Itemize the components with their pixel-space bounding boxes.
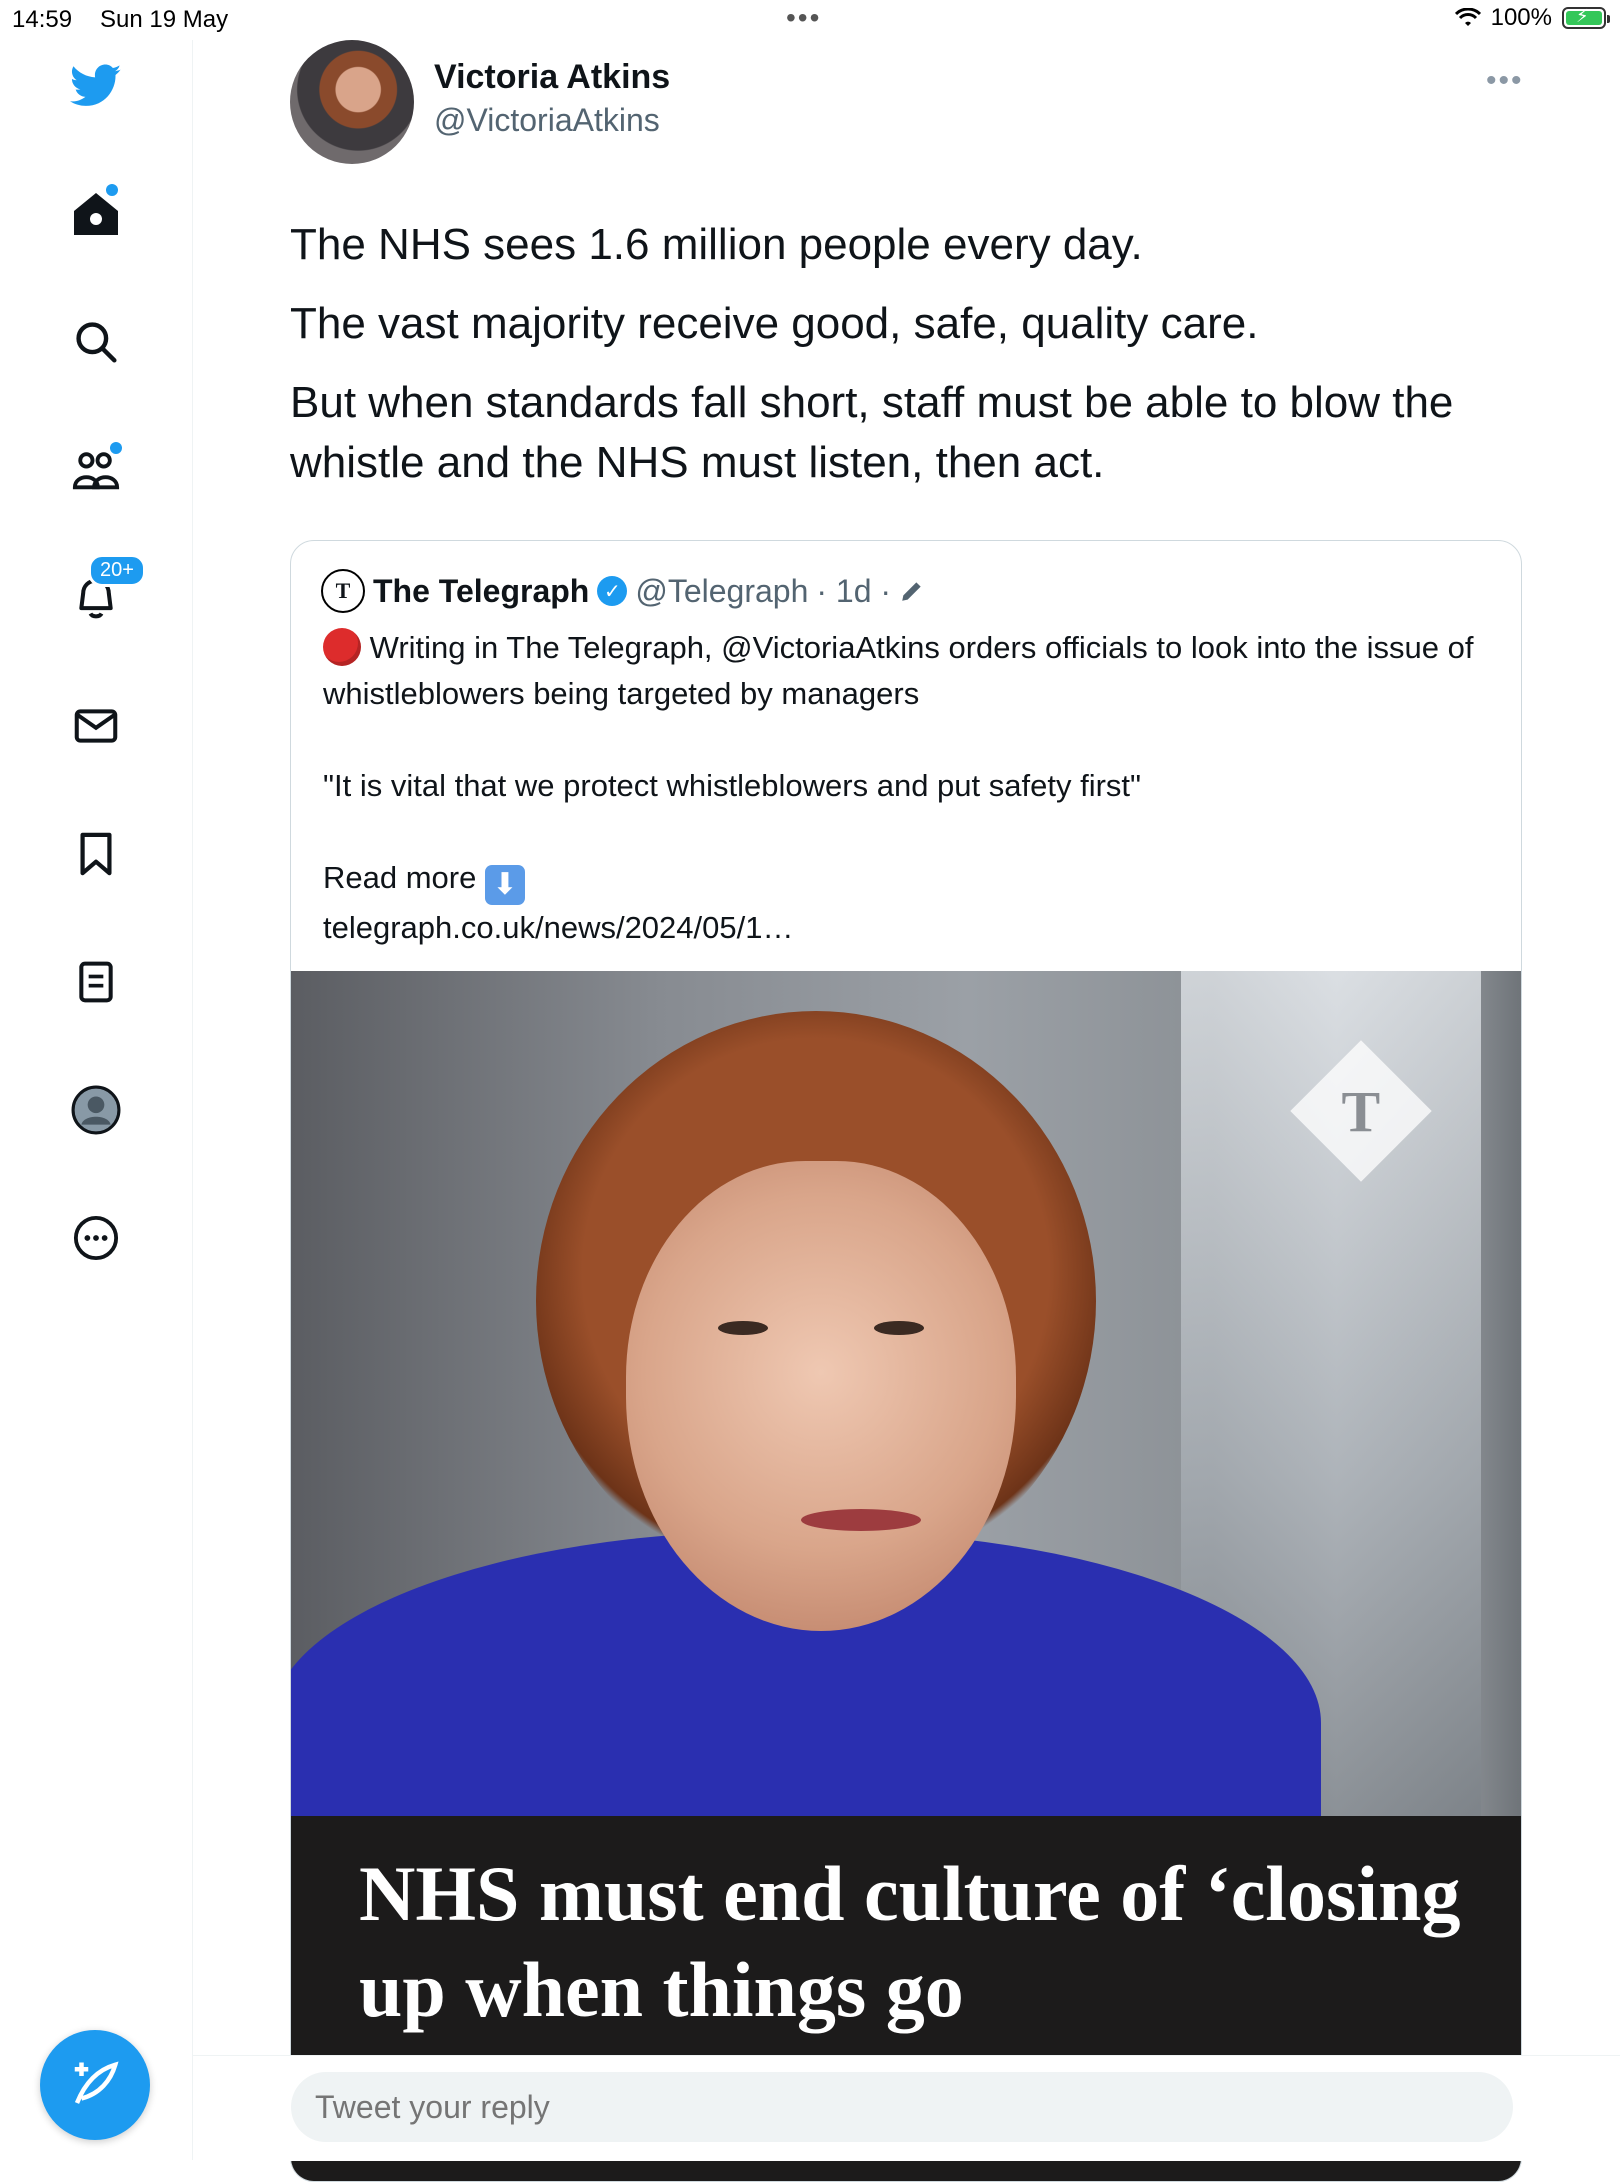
lists-icon[interactable]: [70, 956, 122, 1008]
communities-icon[interactable]: [70, 442, 122, 496]
quoted-quote: "It is vital that we protect whistleblow…: [323, 768, 1142, 803]
quoted-link[interactable]: telegraph.co.uk/news/2024/05/1…: [323, 905, 1493, 951]
messages-icon[interactable]: [70, 700, 122, 752]
quoted-author-handle[interactable]: @Telegraph: [635, 573, 808, 610]
profile-icon[interactable]: [70, 1084, 122, 1136]
wifi-icon: [1454, 8, 1481, 26]
status-bar: 14:59 Sun 19 May ••• 100% ⚡: [0, 0, 1620, 40]
more-icon[interactable]: [70, 1212, 122, 1264]
author-handle[interactable]: @VictoriaAtkins: [434, 102, 660, 139]
tweet-text-line: The vast majority receive good, safe, qu…: [290, 299, 1259, 348]
read-more-label: Read more: [323, 860, 477, 895]
red-circle-emoji-icon: [323, 628, 361, 666]
compose-tweet-button[interactable]: [40, 2030, 150, 2140]
status-date: Sun 19 May: [100, 6, 229, 33]
bookmarks-icon[interactable]: [70, 828, 122, 880]
quoted-tweet-card[interactable]: T The Telegraph ✓ @Telegraph · 1d · Writ…: [290, 540, 1522, 2182]
quoted-author-name[interactable]: The Telegraph: [373, 573, 589, 610]
author-name[interactable]: Victoria Atkins: [434, 58, 670, 97]
telegraph-logo-icon: T: [321, 569, 365, 613]
quoted-text-line1: Writing in The Telegraph, @VictoriaAtkin…: [323, 630, 1474, 711]
status-right: 100% ⚡: [1454, 4, 1610, 32]
article-headline: NHS must end culture of ‘closing up when…: [359, 1850, 1461, 2033]
down-arrow-emoji-icon: ⬇: [484, 865, 525, 905]
article-photo[interactable]: T: [291, 971, 1521, 1816]
search-icon[interactable]: [70, 316, 122, 368]
notification-count-badge: 20+: [88, 554, 146, 587]
tweet-text: The NHS sees 1.6 million people every da…: [290, 215, 1520, 512]
status-time: 14:59: [12, 6, 73, 33]
communities-unread-dot: [110, 442, 122, 454]
quoted-tweet-header: T The Telegraph ✓ @Telegraph · 1d ·: [321, 569, 925, 613]
multitasking-dots-icon[interactable]: •••: [786, 2, 821, 34]
home-unread-dot: [106, 184, 118, 196]
edited-pencil-icon: [902, 582, 921, 601]
twitter-logo-icon[interactable]: [70, 60, 122, 112]
tweet-text-line: The NHS sees 1.6 million people every da…: [290, 220, 1143, 269]
quoted-tweet-body: Writing in The Telegraph, @VictoriaAtkin…: [323, 625, 1493, 951]
quoted-tweet-time: · 1d ·: [816, 572, 892, 609]
verified-badge-icon: ✓: [597, 576, 628, 606]
compose-feather-icon: [74, 2061, 119, 2104]
tweet-text-line: But when standards fall short, staff mus…: [290, 378, 1454, 487]
sidebar: 20+: [0, 40, 193, 2160]
reply-bar: [193, 2055, 1620, 2161]
battery-icon: ⚡: [1562, 6, 1610, 29]
author-avatar[interactable]: [290, 40, 414, 164]
tweet-more-options-icon[interactable]: •••: [1486, 64, 1524, 98]
reply-input[interactable]: [291, 2072, 1513, 2142]
home-icon[interactable]: [70, 184, 122, 240]
battery-percent: 100%: [1490, 4, 1552, 31]
